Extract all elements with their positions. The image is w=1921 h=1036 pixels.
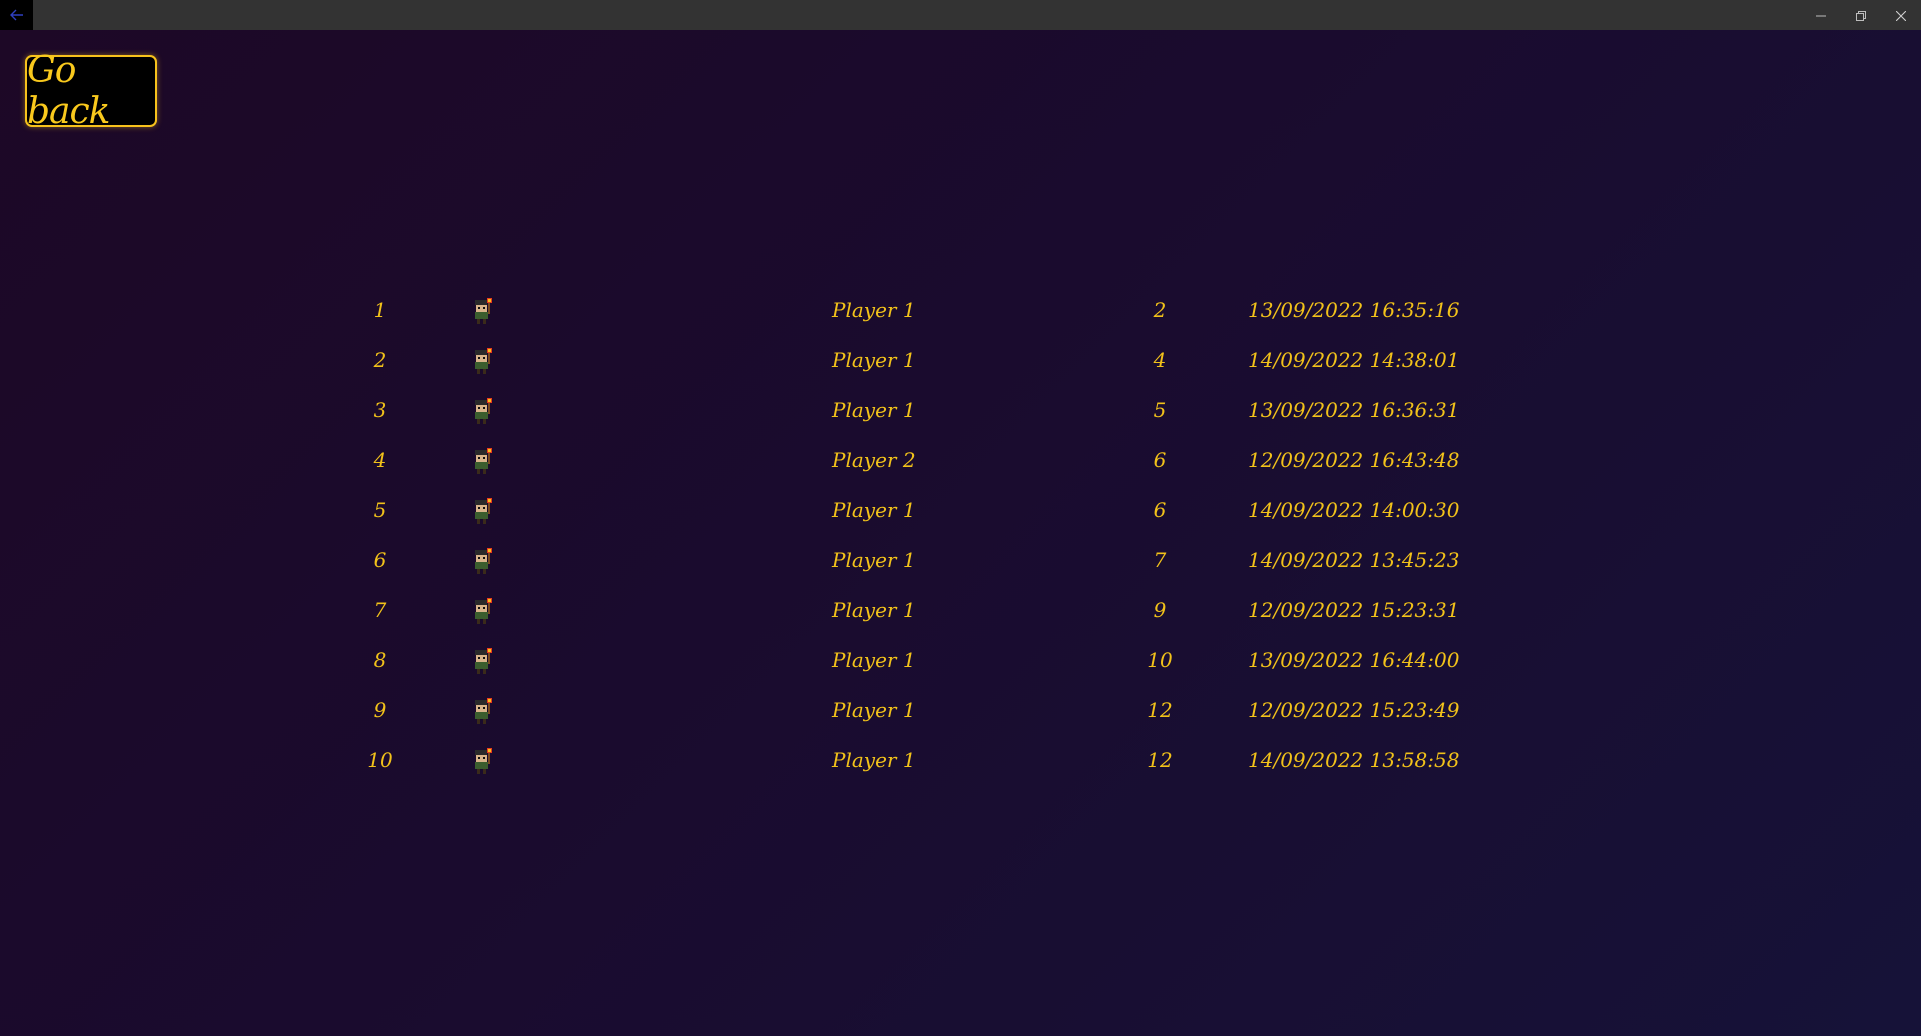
- restore-button[interactable]: [1841, 0, 1881, 30]
- score-cell: 10: [1147, 648, 1173, 672]
- rank-cell: 8: [373, 648, 387, 672]
- score-cell: 7: [1153, 548, 1167, 572]
- player-sprite-icon: [470, 696, 500, 726]
- rank-cell: 9: [373, 698, 387, 722]
- rank-cell: 10: [367, 748, 393, 772]
- date-cell: 12/09/2022 15:23:49: [1248, 698, 1460, 722]
- player-sprite-icon: [470, 646, 500, 676]
- player-name-cell: Player 1: [832, 348, 916, 372]
- player-name-cell: Player 2: [832, 448, 916, 472]
- rank-cell: 3: [373, 398, 387, 422]
- player-sprite-icon: [470, 396, 500, 426]
- score-cell: 2: [1153, 298, 1167, 322]
- leaderboard-row: 7 Player 1 9 12/09/2022 15:23:31: [0, 590, 1921, 640]
- leaderboard-row: 5 Player 1 6 14/09/2022 14:00:30: [0, 490, 1921, 540]
- rank-cell: 7: [373, 598, 387, 622]
- player-name-cell: Player 1: [832, 598, 916, 622]
- score-cell: 12: [1147, 698, 1173, 722]
- back-arrow-icon: [9, 6, 24, 25]
- leaderboard-row: 1 Player 1 2 13/09/2022 16:35:16: [0, 290, 1921, 340]
- player-name-cell: Player 1: [832, 398, 916, 422]
- score-cell: 5: [1153, 398, 1167, 422]
- player-name-cell: Player 1: [832, 298, 916, 322]
- minimize-button[interactable]: [1801, 0, 1841, 30]
- date-cell: 13/09/2022 16:35:16: [1248, 298, 1460, 322]
- player-sprite-icon: [470, 446, 500, 476]
- player-sprite-icon: [470, 296, 500, 326]
- player-sprite-icon: [470, 746, 500, 776]
- restore-icon: [1856, 6, 1866, 25]
- window-controls: [1801, 0, 1921, 30]
- player-name-cell: Player 1: [832, 698, 916, 722]
- close-icon: [1895, 6, 1907, 25]
- leaderboard-row: 2 Player 1 4 14/09/2022 14:38:01: [0, 340, 1921, 390]
- date-cell: 13/09/2022 16:44:00: [1248, 648, 1460, 672]
- rank-cell: 6: [373, 548, 387, 572]
- go-back-button[interactable]: Go back: [25, 50, 157, 132]
- leaderboard-row: 10 Player 1 12 14/09/2022 13:58:58: [0, 740, 1921, 790]
- leaderboard-row: 3 Player 1 5 13/09/2022 16:36:31: [0, 390, 1921, 440]
- date-cell: 14/09/2022 14:00:30: [1248, 498, 1460, 522]
- leaderboard-row: 9 Player 1 12 12/09/2022 15:23:49: [0, 690, 1921, 740]
- player-name-cell: Player 1: [832, 548, 916, 572]
- date-cell: 12/09/2022 15:23:31: [1248, 598, 1460, 622]
- date-cell: 13/09/2022 16:36:31: [1248, 398, 1460, 422]
- date-cell: 14/09/2022 13:58:58: [1248, 748, 1460, 772]
- player-name-cell: Player 1: [832, 648, 916, 672]
- score-cell: 4: [1153, 348, 1167, 372]
- player-name-cell: Player 1: [832, 498, 916, 522]
- title-bar: [0, 0, 1921, 30]
- player-sprite-icon: [470, 346, 500, 376]
- rank-cell: 5: [373, 498, 387, 522]
- date-cell: 14/09/2022 13:45:23: [1248, 548, 1460, 572]
- rank-cell: 2: [373, 348, 387, 372]
- leaderboard-row: 8 Player 1 10 13/09/2022 16:44:00: [0, 640, 1921, 690]
- player-sprite-icon: [470, 496, 500, 526]
- score-cell: 12: [1147, 748, 1173, 772]
- app-window: Go back 1 Player 1 2 13/09/2022 16:35:16…: [0, 0, 1921, 1036]
- rank-cell: 1: [373, 298, 387, 322]
- player-sprite-icon: [470, 596, 500, 626]
- date-cell: 14/09/2022 14:38:01: [1248, 348, 1460, 372]
- score-cell: 9: [1153, 598, 1167, 622]
- leaderboard-table: 1 Player 1 2 13/09/2022 16:35:16 2 Playe…: [0, 290, 1921, 790]
- rank-cell: 4: [373, 448, 387, 472]
- score-cell: 6: [1153, 448, 1167, 472]
- date-cell: 12/09/2022 16:43:48: [1248, 448, 1460, 472]
- player-name-cell: Player 1: [832, 748, 916, 772]
- close-button[interactable]: [1881, 0, 1921, 30]
- titlebar-back-button[interactable]: [0, 0, 33, 30]
- leaderboard-row: 6 Player 1 7 14/09/2022 13:45:23: [0, 540, 1921, 590]
- minimize-icon: [1816, 6, 1826, 25]
- leaderboard-row: 4 Player 2 6 12/09/2022 16:43:48: [0, 440, 1921, 490]
- player-sprite-icon: [470, 546, 500, 576]
- score-cell: 6: [1153, 498, 1167, 522]
